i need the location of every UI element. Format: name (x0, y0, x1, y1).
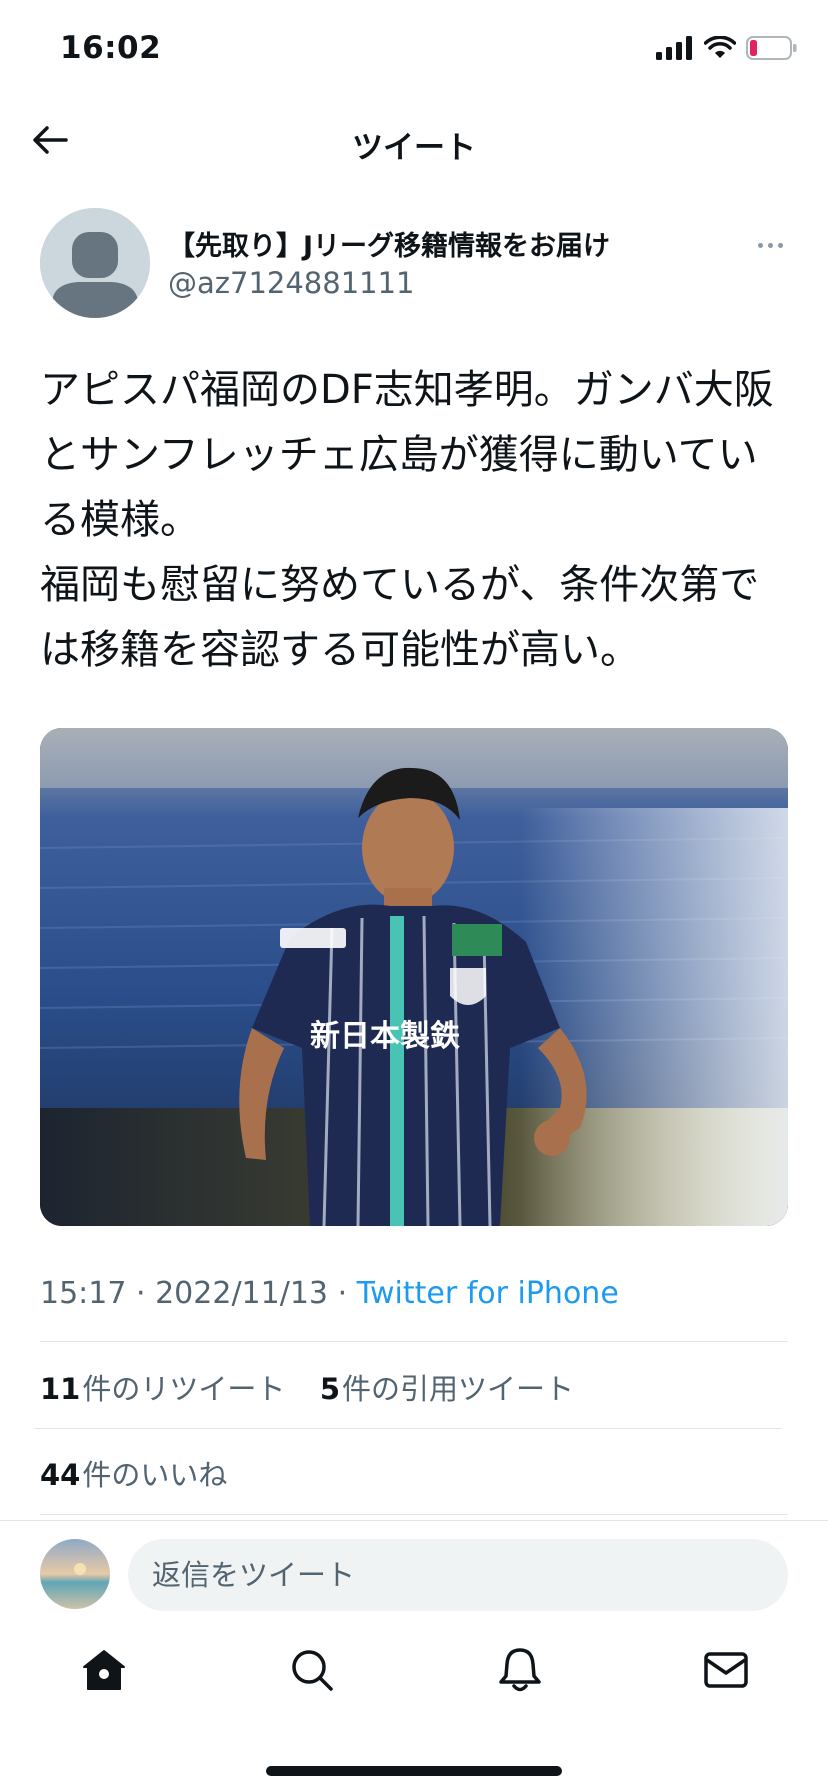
jersey-sponsor-text: 新日本製鉄 (310, 1019, 460, 1054)
status-icons (656, 36, 798, 60)
page-title: ツイート (352, 130, 476, 166)
likes-label: 件のいいね (82, 1458, 228, 1492)
tab-bar (0, 1630, 828, 1720)
author-avatar[interactable] (40, 208, 150, 318)
author-name[interactable]: 【先取り】Jリーグ移籍情報をお届け (168, 224, 610, 263)
tab-search[interactable] (282, 1640, 342, 1700)
signal-icon (656, 36, 692, 60)
reply-input[interactable] (128, 1539, 788, 1611)
home-icon (83, 1650, 125, 1690)
wifi-icon (704, 36, 736, 58)
search-icon (292, 1650, 333, 1691)
quotes-stat[interactable]: 5件の引用ツイート (320, 1372, 574, 1406)
home-indicator (266, 1766, 562, 1776)
more-options-button[interactable] (750, 230, 790, 260)
battery-icon (746, 36, 797, 60)
user-avatar[interactable] (40, 1539, 110, 1609)
meta-separator: · (337, 1276, 357, 1311)
tweet-meta: 15:17 · 2022/11/13 · Twitter for iPhone (40, 1276, 619, 1311)
divider (40, 1514, 788, 1515)
status-bar: 16:02 (0, 0, 828, 100)
retweets-label: 件のリツイート (82, 1372, 286, 1406)
quotes-label: 件の引用ツイート (342, 1372, 575, 1406)
tab-home[interactable] (74, 1640, 134, 1700)
more-dot (757, 242, 763, 248)
nav-bar: ツイート (0, 100, 828, 180)
bell-icon (499, 1648, 541, 1692)
more-dot (777, 242, 783, 248)
tweet-image[interactable]: 新日本製鉄 (40, 728, 788, 1226)
status-time: 16:02 (60, 30, 162, 66)
divider (40, 1341, 788, 1342)
likes-count: 44 (40, 1458, 81, 1492)
retweets-stat[interactable]: 11件のリツイート (40, 1372, 285, 1406)
reply-bar (0, 1520, 828, 1618)
tweet-text: アピスパ福岡のDF志知孝明。ガンバ大阪とサンフレッチェ広島が獲得に動いている模様… (40, 367, 774, 673)
tweet-date: 2022/11/13 (155, 1276, 329, 1311)
tweet-source-link[interactable]: Twitter for iPhone (357, 1276, 619, 1311)
likes-stat[interactable]: 44件のいいね (40, 1458, 227, 1492)
tweet-header: 【先取り】Jリーグ移籍情報をお届け @az7124881111 (40, 208, 790, 320)
likes-stats-row: 44件のいいね (40, 1452, 227, 1494)
divider (34, 1428, 782, 1429)
tab-messages[interactable] (696, 1640, 756, 1700)
default-avatar-icon (40, 208, 150, 318)
mail-icon (704, 1652, 748, 1688)
tab-notifications[interactable] (490, 1640, 550, 1700)
player-photo: 新日本製鉄 (40, 728, 788, 1226)
retweet-stats-row: 11件のリツイート 5件の引用ツイート (40, 1366, 574, 1408)
quotes-count: 5 (319, 1372, 340, 1406)
author-handle[interactable]: @az7124881111 (168, 266, 415, 300)
retweets-count: 11 (40, 1372, 81, 1406)
meta-separator: · (136, 1276, 156, 1311)
beach-photo-avatar (40, 1539, 110, 1609)
tweet-time: 15:17 (40, 1276, 127, 1311)
more-dot (767, 242, 773, 248)
